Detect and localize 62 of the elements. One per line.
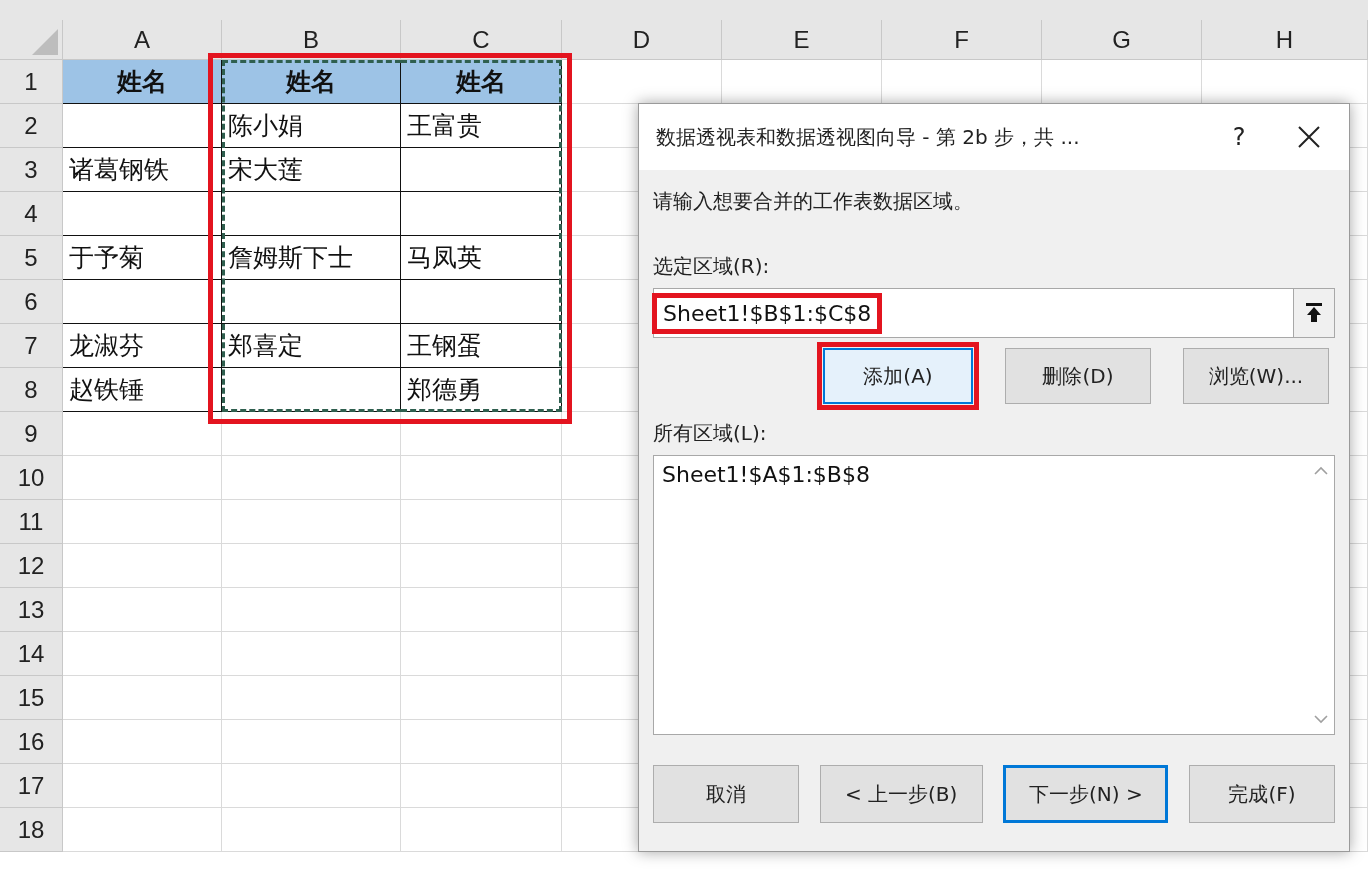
range-list-item[interactable]: Sheet1!$A$1:$B$8: [662, 462, 1300, 487]
header-cell: 姓名: [63, 60, 222, 104]
header-cell: 姓名: [222, 60, 401, 104]
column-header[interactable]: B: [222, 20, 401, 60]
range-action-button[interactable]: 删除(D): [1005, 348, 1151, 404]
range-action-button[interactable]: 浏览(W)...: [1183, 348, 1329, 404]
row-header[interactable]: 3: [0, 148, 63, 192]
wizard-button[interactable]: 下一步(N) >: [1003, 765, 1169, 823]
wizard-button[interactable]: 取消: [653, 765, 799, 823]
dialog-title: 数据透视表和数据透视图向导 - 第 2b 步，共 ...: [656, 123, 1081, 151]
row-header[interactable]: 15: [0, 676, 63, 720]
header-cell: 姓名: [401, 60, 562, 104]
wizard-button[interactable]: < 上一步(B): [819, 765, 983, 823]
wizard-button[interactable]: 完成(F): [1188, 765, 1335, 823]
range-label: 选定区域(R):: [653, 253, 771, 280]
table-cell: 龙淑芬: [63, 324, 222, 368]
row-header[interactable]: 2: [0, 104, 63, 148]
row-header[interactable]: 1: [0, 60, 63, 104]
range-value: Sheet1!$B$1:$C$8: [652, 292, 883, 334]
upload-arrow-icon: [1305, 303, 1323, 323]
table-cell: 赵铁锤: [63, 368, 222, 412]
row-header[interactable]: 14: [0, 632, 63, 676]
row-header[interactable]: 4: [0, 192, 63, 236]
row-header[interactable]: 13: [0, 588, 63, 632]
table-cell: 马凤英: [401, 236, 562, 280]
help-button[interactable]: ?: [1209, 123, 1269, 151]
row-header[interactable]: 9: [0, 412, 63, 456]
collapse-dialog-button[interactable]: [1293, 288, 1335, 338]
table-cell: 詹姆斯下士: [222, 236, 401, 280]
row-header[interactable]: 11: [0, 500, 63, 544]
column-header[interactable]: E: [722, 20, 882, 60]
row-header[interactable]: 6: [0, 280, 63, 324]
row-header[interactable]: 17: [0, 764, 63, 808]
column-header[interactable]: C: [401, 20, 562, 60]
table-cell: 诸葛钢铁: [63, 148, 222, 192]
row-header[interactable]: 10: [0, 456, 63, 500]
column-header[interactable]: D: [562, 20, 722, 60]
range-input-field[interactable]: Sheet1!$B$1:$C$8: [653, 288, 1293, 338]
table-cell: 宋大莲: [222, 148, 401, 192]
close-icon: [1298, 126, 1320, 148]
row-header[interactable]: 16: [0, 720, 63, 764]
table-cell: 王富贵: [401, 104, 562, 148]
scroll-up-icon[interactable]: [1314, 466, 1328, 475]
scroll-down-icon[interactable]: [1314, 715, 1328, 724]
table-cell: 陈小娟: [222, 104, 401, 148]
range-action-button[interactable]: 添加(A): [823, 348, 973, 404]
table-cell: 于予菊: [63, 236, 222, 280]
all-ranges-label: 所有区域(L):: [653, 420, 768, 447]
row-header[interactable]: 12: [0, 544, 63, 588]
row-header[interactable]: 7: [0, 324, 63, 368]
corner-triangle-icon: [32, 29, 58, 55]
column-header[interactable]: G: [1042, 20, 1202, 60]
prompt-text: 请输入想要合并的工作表数据区域。: [653, 188, 974, 215]
row-header[interactable]: 8: [0, 368, 63, 412]
row-header[interactable]: 5: [0, 236, 63, 280]
select-all-corner[interactable]: [0, 20, 63, 60]
column-header[interactable]: F: [882, 20, 1042, 60]
column-header[interactable]: A: [63, 20, 222, 60]
row-header[interactable]: 18: [0, 808, 63, 852]
ranges-list[interactable]: Sheet1!$A$1:$B$8: [653, 455, 1335, 735]
column-header[interactable]: H: [1202, 20, 1368, 60]
table-cell: 郑喜定: [222, 324, 401, 368]
